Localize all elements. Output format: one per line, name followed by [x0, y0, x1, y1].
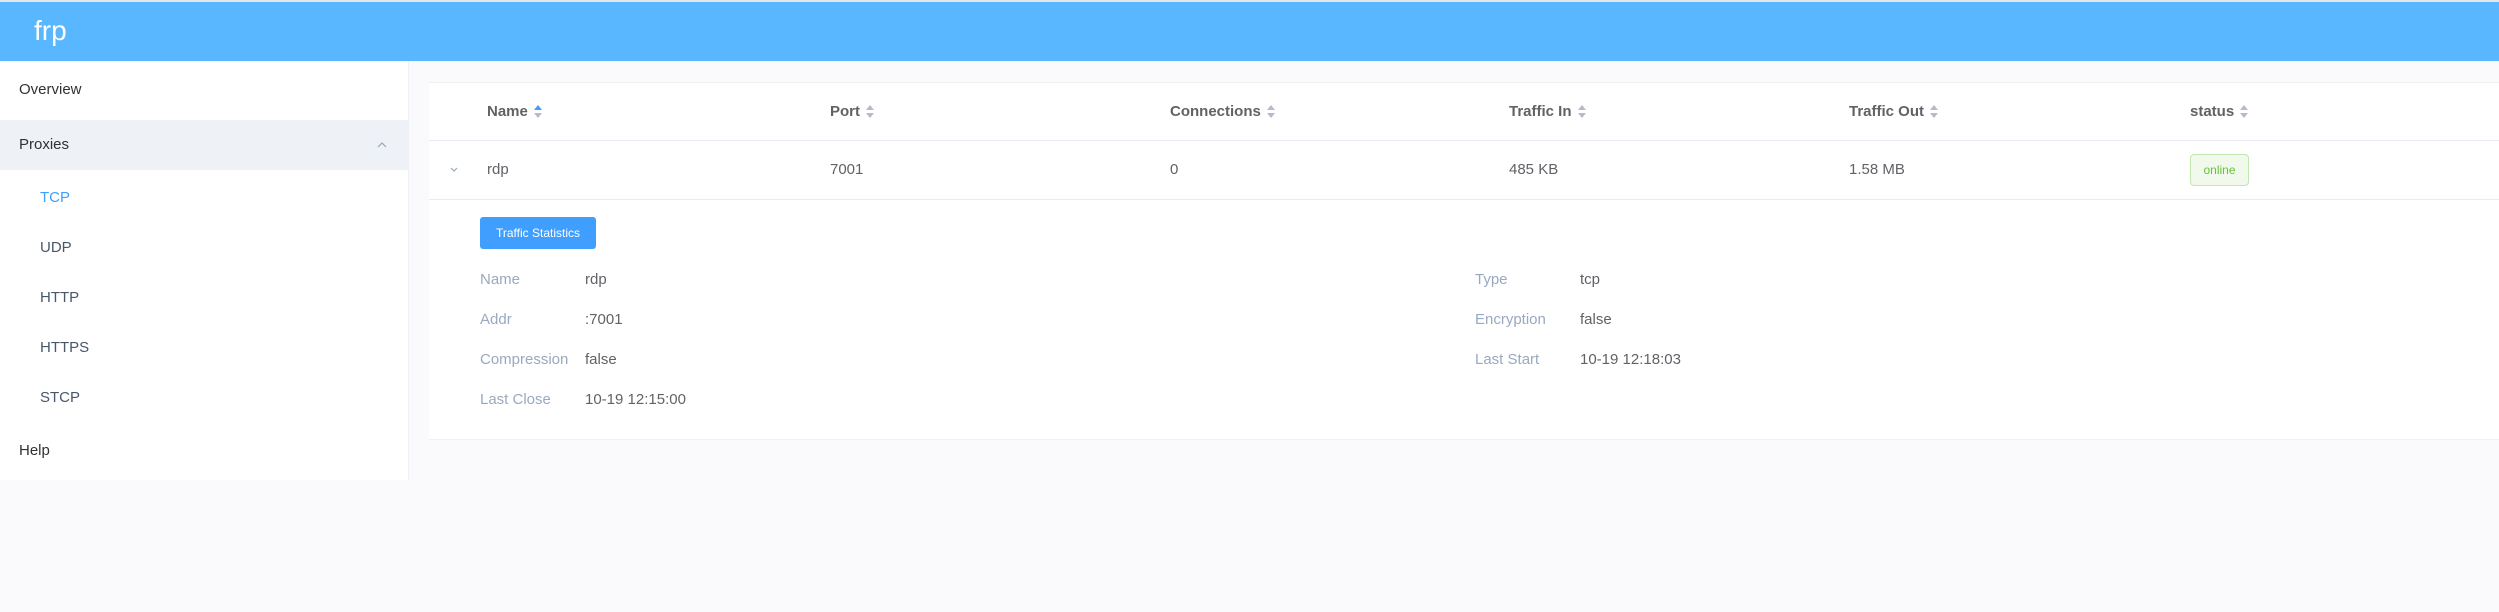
top-header: frp — [0, 0, 2499, 61]
column-header-connections[interactable]: Connections — [1170, 102, 1275, 122]
sidebar-item-stcp[interactable]: STCP — [0, 373, 409, 423]
cell-traffic-in: 485 KB — [1509, 161, 1559, 178]
sidebar-item-label: STCP — [40, 389, 81, 406]
sort-icon[interactable] — [866, 105, 874, 119]
table-row[interactable]: rdp 7001 0 485 KB 1.58 MB online — [429, 141, 2499, 200]
detail-label-encryption: Encryption — [1475, 311, 1546, 328]
detail-value-last-close: 10-19 12:15:00 — [585, 391, 686, 408]
chevron-down-icon[interactable] — [447, 163, 461, 177]
sidebar-item-label: Overview — [19, 81, 82, 98]
sidebar-item-label: UDP — [40, 239, 72, 256]
detail-value-encryption: false — [1580, 311, 1612, 328]
column-header-traffic-in[interactable]: Traffic In — [1509, 102, 1586, 122]
sort-icon[interactable] — [533, 105, 542, 119]
cell-name: rdp — [487, 161, 509, 178]
status-badge: online — [2190, 154, 2249, 186]
detail-value-type: tcp — [1580, 271, 1601, 288]
sidebar-item-http[interactable]: HTTP — [0, 273, 409, 323]
column-header-port[interactable]: Port — [830, 102, 874, 122]
cell-connections: 0 — [1170, 161, 1179, 178]
sort-icon[interactable] — [1577, 105, 1586, 119]
proxy-table: Name Port Connections Traffic In Traffic… — [429, 82, 2499, 440]
sidebar-item-label: Proxies — [19, 136, 70, 153]
table-header: Name Port Connections Traffic In Traffic… — [429, 83, 2499, 141]
detail-value-last-start: 10-19 12:18:03 — [1580, 351, 1681, 368]
sidebar-item-udp[interactable]: UDP — [0, 223, 409, 273]
column-header-status[interactable]: status — [2190, 102, 2249, 122]
sidebar-item-label: HTTP — [40, 289, 80, 306]
app-title: frp — [34, 15, 67, 46]
traffic-statistics-button[interactable]: Traffic Statistics — [480, 217, 596, 249]
column-header-traffic-out[interactable]: Traffic Out — [1849, 102, 1939, 122]
expanded-row-details: Traffic Statistics Name rdp Addr :7001 C… — [429, 200, 2499, 440]
sort-icon[interactable] — [2240, 105, 2249, 119]
sort-icon[interactable] — [1266, 105, 1275, 119]
detail-label-last-close: Last Close — [480, 391, 551, 408]
chevron-up-icon — [377, 142, 387, 148]
sidebar-item-overview[interactable]: Overview — [0, 65, 409, 115]
sidebar-item-help[interactable]: Help — [0, 426, 409, 476]
detail-label-compression: Compression — [480, 351, 569, 368]
sidebar-item-label: TCP — [40, 189, 70, 206]
sidebar-item-tcp[interactable]: TCP — [0, 173, 409, 223]
detail-label-type: Type — [1475, 271, 1508, 288]
sidebar-item-https[interactable]: HTTPS — [0, 323, 409, 373]
sidebar-item-label: Help — [19, 442, 50, 459]
cell-port: 7001 — [830, 161, 864, 178]
sidebar-item-label: HTTPS — [40, 339, 90, 356]
sidebar-item-proxies[interactable]: Proxies — [0, 120, 409, 170]
sort-icon[interactable] — [1930, 105, 1939, 119]
column-header-name[interactable]: Name — [487, 102, 542, 122]
cell-traffic-out: 1.58 MB — [1849, 161, 1905, 178]
sidebar: Overview Proxies TCP UDP HTTP HTTPS STCP… — [0, 61, 409, 480]
detail-value-name: rdp — [585, 271, 607, 288]
detail-value-compression: false — [585, 351, 617, 368]
detail-label-last-start: Last Start — [1475, 351, 1540, 368]
detail-label-name: Name — [480, 271, 521, 288]
detail-label-addr: Addr — [480, 311, 512, 328]
detail-value-addr: :7001 — [585, 311, 623, 328]
